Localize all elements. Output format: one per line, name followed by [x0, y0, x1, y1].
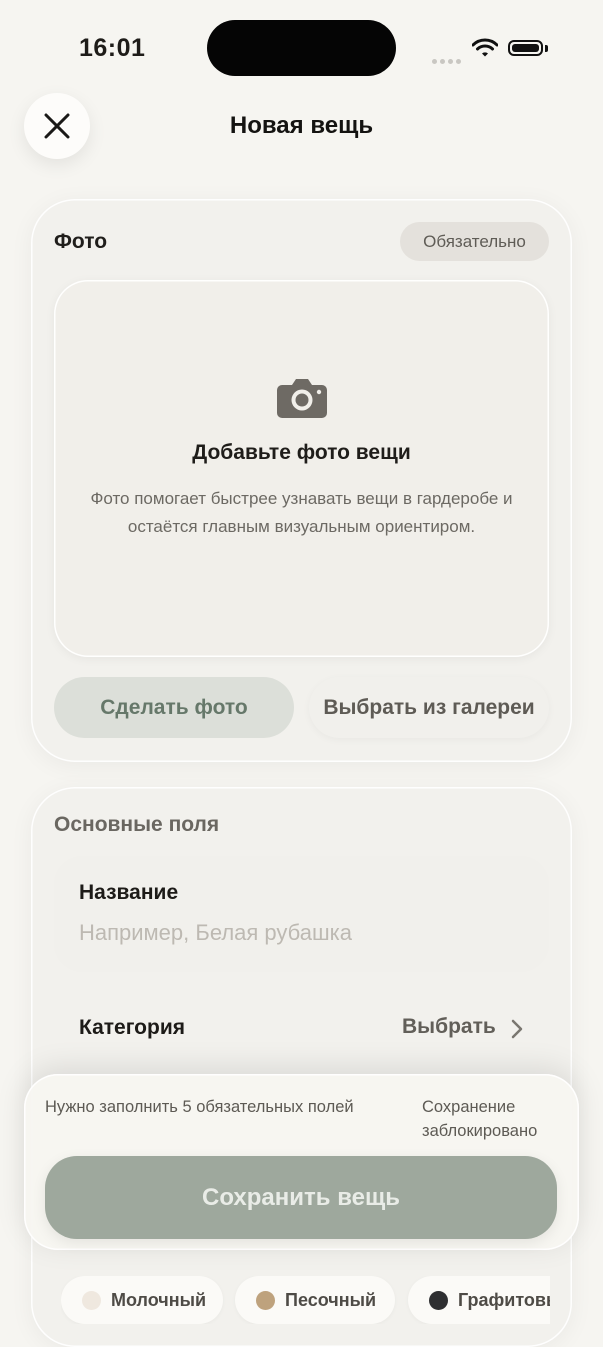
color-chips: Молочный Песочный Графитовый: [61, 1276, 550, 1324]
page-title: Новая вещь: [229, 112, 374, 139]
color-swatch: [256, 1290, 275, 1310]
color-chip-label: Молочный: [111, 1289, 207, 1310]
photo-dropzone[interactable]: [54, 280, 549, 657]
save-item-button[interactable]: Сохранить вещь: [45, 1156, 557, 1239]
choose-from-gallery-button[interactable]: Выбрать из галереи: [309, 677, 549, 738]
name-field-container: [54, 856, 549, 972]
name-field-label: Название: [79, 881, 179, 904]
take-photo-button[interactable]: Сделать фото: [54, 677, 294, 738]
name-input[interactable]: [79, 920, 519, 946]
color-chip-label: Песочный: [285, 1289, 377, 1310]
color-chip-graphite[interactable]: Графитовый: [408, 1276, 550, 1324]
dropzone-title: Добавьте фото вещи: [192, 441, 411, 464]
wifi-icon: [472, 38, 498, 57]
color-swatch: [82, 1290, 101, 1310]
dropzone-description: Фото помогает быстрее узнавать вещи в га…: [90, 489, 513, 536]
category-label: Категория: [79, 1016, 186, 1039]
required-fields-message: Нужно заполнить 5 обязательных полей: [45, 1098, 354, 1116]
category-value[interactable]: Выбрать: [402, 1015, 496, 1039]
color-chip-milky[interactable]: Молочный: [61, 1276, 223, 1324]
required-badge: Обязательно: [400, 222, 549, 261]
camera-icon: [277, 379, 327, 418]
photo-section-label: Фото: [54, 230, 108, 253]
color-chip-label: Графитовый: [458, 1289, 550, 1310]
chevron-right-icon: [511, 1019, 523, 1039]
cellular-signal-icon: [432, 51, 464, 69]
save-status-message: Сохранение заблокировано: [422, 1098, 538, 1140]
status-time: 16:01: [79, 34, 146, 62]
color-swatch: [429, 1290, 448, 1310]
dynamic-island: [207, 20, 396, 76]
battery-icon: [508, 40, 543, 56]
color-chip-sand[interactable]: Песочный: [235, 1276, 395, 1324]
main-fields-label: Основные поля: [54, 813, 220, 836]
